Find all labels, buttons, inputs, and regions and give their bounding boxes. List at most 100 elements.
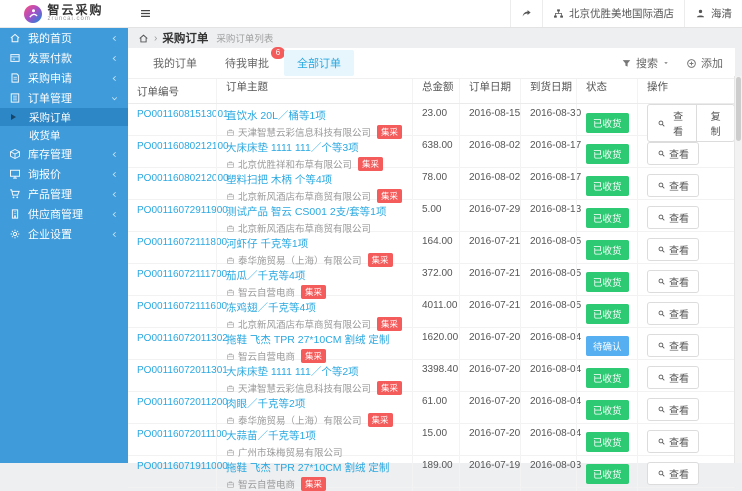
invoice-icon bbox=[9, 52, 21, 64]
group-buy-tag: 集采 bbox=[301, 477, 326, 491]
search-button[interactable]: 搜索 bbox=[621, 55, 670, 71]
order-id-link[interactable]: PO00116072011200 bbox=[137, 397, 228, 408]
hamburger-menu-button[interactable] bbox=[128, 0, 163, 27]
tab-全部订单[interactable]: 全部订单 bbox=[284, 50, 354, 76]
share-button[interactable] bbox=[510, 0, 542, 27]
order-id-link[interactable]: PO00116080212100 bbox=[137, 141, 229, 152]
breadcrumb-section: 采购订单 bbox=[162, 30, 208, 46]
actions-cell: 查看 bbox=[637, 360, 735, 395]
tab-label: 我的订单 bbox=[153, 58, 197, 70]
sidebar-item-企业设置[interactable]: 企业设置 bbox=[0, 224, 128, 244]
order-id-cell: PO00116080212100 bbox=[128, 136, 216, 171]
user-menu[interactable]: 海清 bbox=[684, 0, 742, 27]
sidebar-item-供应商管理[interactable]: 供应商管理 bbox=[0, 204, 128, 224]
action-button-查看[interactable]: 查看 bbox=[647, 142, 699, 165]
breadcrumb-separator: › bbox=[154, 33, 157, 44]
app-logo[interactable]: 智云采购 zruncai.com bbox=[0, 0, 128, 28]
order-subject-link[interactable]: 直饮水 20L／桶等1项 bbox=[226, 108, 412, 123]
order-id-link[interactable]: PO00116072011302 bbox=[137, 333, 228, 344]
orders-table: 订单编号订单主题总金额订单日期到货日期状态操作 PO00116081513001… bbox=[128, 79, 735, 488]
action-button-查看[interactable]: 查看 bbox=[647, 398, 699, 421]
magnifier-icon bbox=[657, 245, 666, 254]
order-id-link[interactable]: PO00116072011301 bbox=[137, 365, 228, 376]
sidebar-subitem-收货单[interactable]: 收货单 bbox=[0, 126, 128, 144]
action-button-查看[interactable]: 查看 bbox=[647, 270, 699, 293]
sidebar-item-label: 采购申请 bbox=[28, 70, 72, 86]
add-label: 添加 bbox=[701, 55, 723, 71]
order-id-cell: PO00116072011302 bbox=[128, 328, 216, 363]
scrollbar-thumb[interactable] bbox=[736, 77, 741, 141]
order-subject-link[interactable]: 测试产品 智云 CS001 2支/套等1项 bbox=[226, 204, 412, 219]
sidebar-item-发票付款[interactable]: 发票付款 bbox=[0, 48, 128, 68]
delivery-date: 2016-08-13 bbox=[520, 200, 576, 235]
sidebar-item-订单管理[interactable]: 订单管理 bbox=[0, 88, 128, 108]
vertical-scrollbar[interactable] bbox=[734, 76, 742, 463]
order-subject-link[interactable]: 大床床垫 1111 111／个等3项 bbox=[226, 140, 412, 155]
sidebar-item-询报价[interactable]: 询报价 bbox=[0, 164, 128, 184]
action-button-查看[interactable]: 查看 bbox=[647, 430, 699, 453]
order-amount: 189.00 bbox=[412, 456, 459, 491]
sidebar: 智云采购 zruncai.com 我的首页发票付款采购申请订单管理采购订单收货单… bbox=[0, 0, 128, 463]
order-subject-link[interactable]: 拖鞋 飞杰 TPR 27*10CM 割绒 定制 bbox=[226, 460, 412, 475]
chevron-left-icon bbox=[110, 150, 119, 159]
order-id-link[interactable]: PO00116072111800 bbox=[137, 237, 227, 248]
organization-icon bbox=[553, 8, 564, 19]
actions-cell: 查看 bbox=[637, 136, 735, 171]
action-button-group: 查看 bbox=[647, 334, 699, 357]
sidebar-item-采购申请[interactable]: 采购申请 bbox=[0, 68, 128, 88]
tab-待我审批[interactable]: 待我审批6 bbox=[212, 50, 282, 76]
order-amount: 638.00 bbox=[412, 136, 459, 171]
action-button-label: 查看 bbox=[669, 274, 689, 289]
action-button-查看[interactable]: 查看 bbox=[647, 366, 699, 389]
order-id-link[interactable]: PO00116072011100 bbox=[137, 429, 227, 440]
settings-icon bbox=[9, 228, 21, 240]
table-row: PO00116080212100大床床垫 1111 111／个等3项北京优胜祥和… bbox=[128, 136, 735, 168]
order-subject-link[interactable]: 大床床垫 1111 111／个等2项 bbox=[226, 364, 412, 379]
order-subject-link[interactable]: 塑料扫把 木柄 个等4项 bbox=[226, 172, 412, 187]
sidebar-item-库存管理[interactable]: 库存管理 bbox=[0, 144, 128, 164]
chevron-left-icon bbox=[110, 54, 119, 63]
status-badge: 已收货 bbox=[586, 400, 629, 420]
add-button[interactable]: 添加 bbox=[686, 55, 723, 71]
delivery-date: 2016-08-05 bbox=[520, 296, 576, 331]
order-id-link[interactable]: PO00116072911900 bbox=[137, 205, 228, 216]
tab-label: 待我审批 bbox=[225, 58, 269, 70]
sidebar-item-我的首页[interactable]: 我的首页 bbox=[0, 28, 128, 48]
order-id-link[interactable]: PO00116072111600 bbox=[137, 301, 227, 312]
logo-sphere-icon bbox=[24, 5, 42, 23]
order-subject-link[interactable]: 河虾仔 千克等1项 bbox=[226, 236, 412, 251]
order-subject-link[interactable]: 肉眼／千克等2项 bbox=[226, 396, 412, 411]
order-id-link[interactable]: PO00116080212000 bbox=[137, 173, 229, 184]
action-button-查看[interactable]: 查看 bbox=[647, 174, 699, 197]
order-subject-link[interactable]: 冻鸡翅／千克等4项 bbox=[226, 300, 412, 315]
actions-cell: 查看 bbox=[637, 392, 735, 427]
order-date: 2016-07-21 bbox=[459, 232, 520, 267]
magnifier-icon bbox=[657, 213, 666, 222]
magnifier-icon bbox=[657, 469, 666, 478]
action-button-查看[interactable]: 查看 bbox=[647, 334, 699, 357]
action-button-查看[interactable]: 查看 bbox=[647, 206, 699, 229]
home-icon[interactable] bbox=[138, 33, 149, 44]
sidebar-menu: 我的首页发票付款采购申请订单管理采购订单收货单库存管理询报价产品管理供应商管理企… bbox=[0, 28, 128, 244]
order-subject-link[interactable]: 大蒜苗／千克等1项 bbox=[226, 428, 412, 443]
action-button-查看[interactable]: 查看 bbox=[647, 462, 699, 485]
status-cell: 已收货 bbox=[576, 456, 637, 491]
tab-我的订单[interactable]: 我的订单 bbox=[140, 50, 210, 76]
order-id-link[interactable]: PO00116072111700 bbox=[137, 269, 227, 280]
actions-cell: 查看 bbox=[637, 424, 735, 459]
order-subject-link[interactable]: 茄瓜／千克等4项 bbox=[226, 268, 412, 283]
action-button-group: 查看 bbox=[647, 206, 699, 229]
order-id-cell: PO00116080212000 bbox=[128, 168, 216, 203]
action-button-查看[interactable]: 查看 bbox=[647, 302, 699, 325]
sidebar-item-产品管理[interactable]: 产品管理 bbox=[0, 184, 128, 204]
order-date: 2016-07-20 bbox=[459, 360, 520, 395]
sidebar-subitem-label: 采购订单 bbox=[29, 110, 71, 125]
supplier-line: 智云自营电商集采 bbox=[226, 477, 412, 491]
organization-switcher[interactable]: 北京优胜美地国际酒店 bbox=[542, 0, 684, 27]
order-id-link[interactable]: PO00116081513001 bbox=[137, 109, 229, 120]
action-button-查看[interactable]: 查看 bbox=[647, 238, 699, 261]
sidebar-subitem-采购订单[interactable]: 采购订单 bbox=[0, 108, 128, 126]
actions-cell: 查看 bbox=[637, 328, 735, 363]
order-subject-link[interactable]: 拖鞋 飞杰 TPR 27*10CM 割绒 定制 bbox=[226, 332, 412, 347]
inventory-icon bbox=[9, 148, 21, 160]
